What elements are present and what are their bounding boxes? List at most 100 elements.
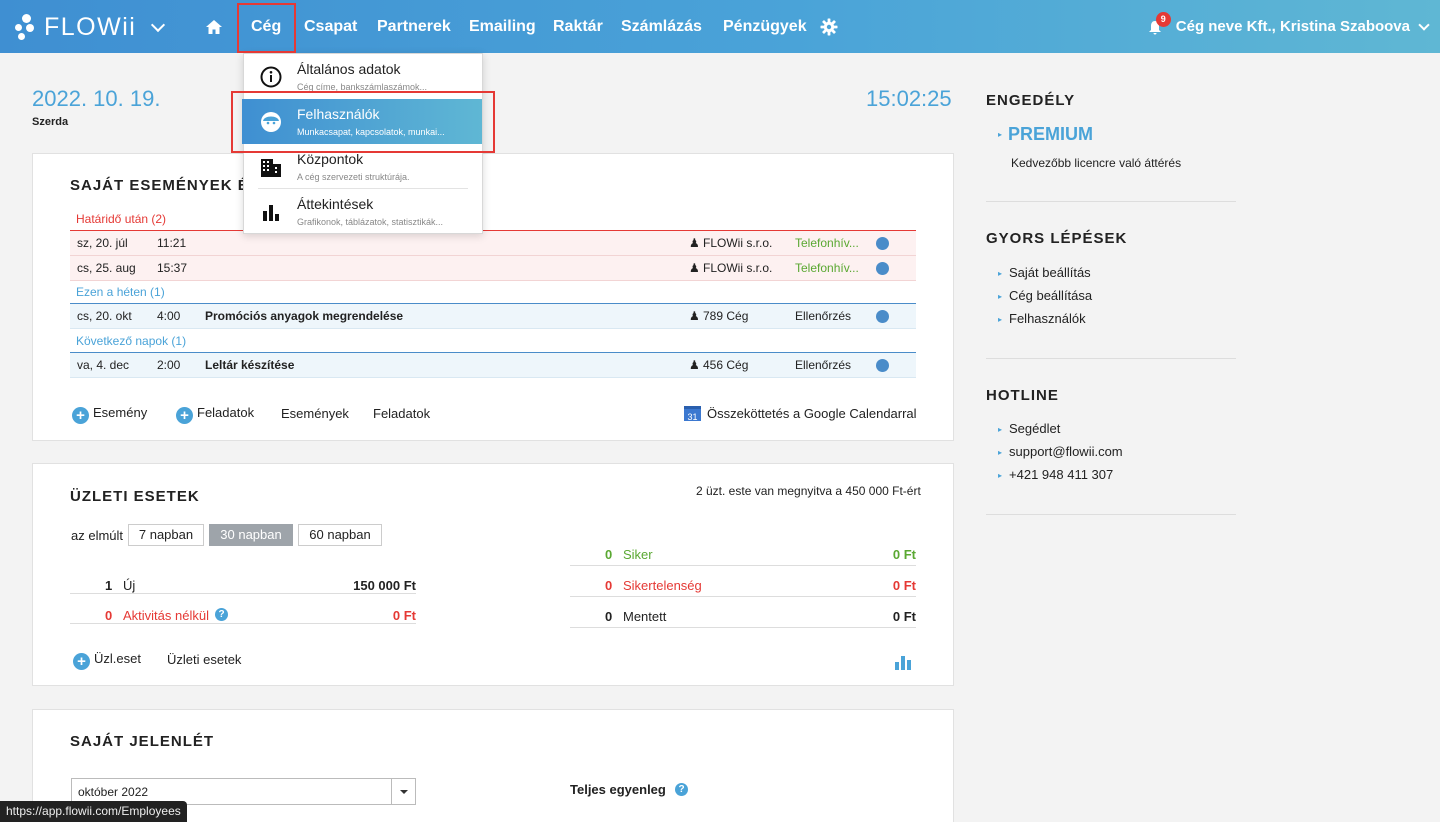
add-event-button[interactable]: + Esemény (72, 405, 147, 424)
menu-item-title: Áttekintések (297, 196, 374, 212)
deal-stat-failure[interactable]: 0 Sikertelenség 0 Ft (570, 575, 916, 597)
section-this-week: Ezen a héten (1) (70, 281, 916, 304)
event-time: 15:37 (157, 261, 188, 275)
hourglass-icon[interactable] (876, 262, 889, 275)
google-calendar-link[interactable]: Összeköttetés a Google Calendarral (707, 406, 917, 421)
deal-stat-new[interactable]: 1 Új 150 000 Ft (70, 567, 416, 594)
quick-link-company-settings[interactable]: Cég beállítása (998, 288, 1092, 303)
deal-stat-success[interactable]: 0 Siker 0 Ft (570, 544, 916, 566)
hotline-phone-link[interactable]: +421 948 411 307 (998, 467, 1113, 482)
event-date: cs, 20. okt (77, 309, 132, 323)
person-icon: ♟ (689, 358, 700, 372)
deal-count: 0 (605, 578, 613, 593)
chevron-down-icon (1418, 18, 1430, 31)
section-overdue: Határidő után (2) (70, 208, 916, 231)
help-icon[interactable]: ? (215, 608, 228, 621)
nav-csapat[interactable]: Csapat (304, 0, 357, 53)
deal-stat-inactive[interactable]: 0 Aktivitás nélkül ? 0 Ft (70, 598, 416, 624)
plus-icon: + (72, 407, 89, 424)
top-navigation-bar: FLOWii Cég Csapat Partnerek Emailing Rak… (0, 0, 1440, 53)
deals-summary: 2 üzt. este van megnyitva a 450 000 Ft-é… (696, 484, 921, 498)
add-task-label: Feladatok (197, 405, 255, 420)
deal-count: 0 (605, 609, 613, 624)
period-7-days-button[interactable]: 7 napban (128, 524, 204, 546)
license-upgrade-note[interactable]: Kedvezőbb licencre való áttérés (1011, 156, 1181, 170)
gear-icon[interactable] (820, 0, 838, 53)
brand-name: FLOWii (44, 12, 137, 41)
nav-partnerek[interactable]: Partnerek (377, 0, 451, 53)
deal-amount: 150 000 Ft (353, 578, 416, 593)
quick-link-own-settings[interactable]: Saját beállítás (998, 265, 1091, 280)
period-label: az elmúlt (71, 528, 124, 543)
status-bar-url: https://app.flowii.com/Employees (0, 801, 187, 822)
arrow-right-icon: ▸ (998, 130, 1003, 139)
plus-icon: + (176, 407, 193, 424)
attendance-card-title: SAJÁT JELENLÉT (70, 733, 215, 750)
bar-chart-icon (263, 205, 279, 221)
divider (986, 358, 1236, 359)
add-task-button[interactable]: + Feladatok (176, 405, 254, 424)
deal-amount: 0 Ft (892, 609, 916, 624)
bell-icon[interactable]: 9 (1148, 11, 1171, 36)
event-company: 456 Cég (703, 358, 749, 372)
bar-chart-icon[interactable] (894, 654, 912, 670)
event-company: 789 Cég (703, 309, 749, 323)
period-30-days-button[interactable]: 30 napban (209, 524, 293, 546)
event-time: 11:21 (157, 236, 187, 250)
current-date: 2022. 10. 19. (32, 86, 161, 111)
hourglass-icon[interactable] (876, 310, 889, 323)
tasks-link[interactable]: Feladatok (373, 406, 430, 421)
event-row[interactable]: cs, 25. aug 15:37 ♟ FLOWii s.r.o. Telefo… (70, 256, 916, 281)
current-time: 15:02:25 (866, 86, 952, 111)
help-icon[interactable]: ? (675, 783, 688, 796)
event-type: Telefonhív... (795, 261, 859, 275)
deal-amount: 0 Ft (392, 608, 416, 623)
events-link[interactable]: Események (281, 406, 349, 421)
deal-stat-saved[interactable]: 0 Mentett 0 Ft (570, 606, 916, 628)
event-row[interactable]: sz, 20. júl 11:21 ♟ FLOWii s.r.o. Telefo… (70, 231, 916, 256)
period-60-days-button[interactable]: 60 napban (298, 524, 382, 546)
event-title: Promóciós anyagok megrendelése (205, 309, 404, 323)
quick-link-users[interactable]: Felhasználók (998, 311, 1086, 326)
hourglass-icon[interactable] (876, 359, 889, 372)
menu-item-subtitle: Grafikonok, táblázatok, statisztikák... (297, 217, 444, 227)
chevron-down-icon[interactable] (150, 17, 166, 33)
nav-raktar[interactable]: Raktár (553, 0, 603, 53)
hotline-help-link[interactable]: Segédlet (998, 421, 1060, 436)
event-row[interactable]: cs, 20. okt 4:00 Promóciós anyagok megre… (70, 304, 916, 329)
license-plan[interactable]: ▸ PREMIUM (998, 124, 1093, 145)
month-select-value: október 2022 (78, 785, 149, 799)
event-date: cs, 25. aug (77, 261, 136, 275)
menu-item-overviews[interactable]: Áttekintések Grafikonok, táblázatok, sta… (244, 189, 482, 234)
event-title: Leltár készítése (205, 358, 295, 372)
nav-emailing[interactable]: Emailing (469, 0, 536, 53)
user-name: Cég neve Kft., Kristina Szaboova (1175, 18, 1410, 35)
event-company: FLOWii s.r.o. (703, 261, 773, 275)
event-time: 2:00 (157, 358, 181, 372)
deal-label: Aktivitás nélkül (123, 608, 209, 623)
hotline-email-link[interactable]: support@flowii.com (998, 444, 1123, 459)
event-type: Ellenőrzés (795, 358, 852, 372)
menu-item-title: Általános adatok (297, 61, 401, 77)
user-menu[interactable]: 9 Cég neve Kft., Kristina Szaboova (1148, 0, 1430, 53)
highlight-box-users (231, 91, 495, 153)
event-type: Telefonhív... (795, 236, 859, 250)
total-balance-label: Teljes egyenleg (570, 782, 666, 797)
nav-penzugyek[interactable]: Pénzügyek (723, 0, 807, 53)
event-row[interactable]: va, 4. dec 2:00 Leltár készítése ♟ 456 C… (70, 353, 916, 378)
deal-amount: 0 Ft (892, 578, 916, 593)
add-deal-button[interactable]: + Üzl.eset (73, 651, 141, 670)
deal-label: Új (123, 578, 136, 593)
flowii-logo[interactable]: FLOWii (12, 10, 136, 44)
license-plan-label: PREMIUM (1008, 124, 1094, 144)
hourglass-icon[interactable] (876, 237, 889, 250)
nav-szamlazas[interactable]: Számlázás (621, 0, 702, 53)
chevron-down-icon[interactable] (391, 779, 415, 804)
deal-label: Sikertelenség (623, 578, 702, 593)
home-icon[interactable] (205, 0, 223, 53)
deals-list-link[interactable]: Üzleti esetek (167, 652, 241, 667)
divider (986, 514, 1236, 515)
person-icon: ♟ (689, 236, 700, 250)
add-deal-label: Üzl.eset (94, 651, 141, 666)
quick-steps-heading: GYORS LÉPÉSEK (986, 230, 1128, 247)
